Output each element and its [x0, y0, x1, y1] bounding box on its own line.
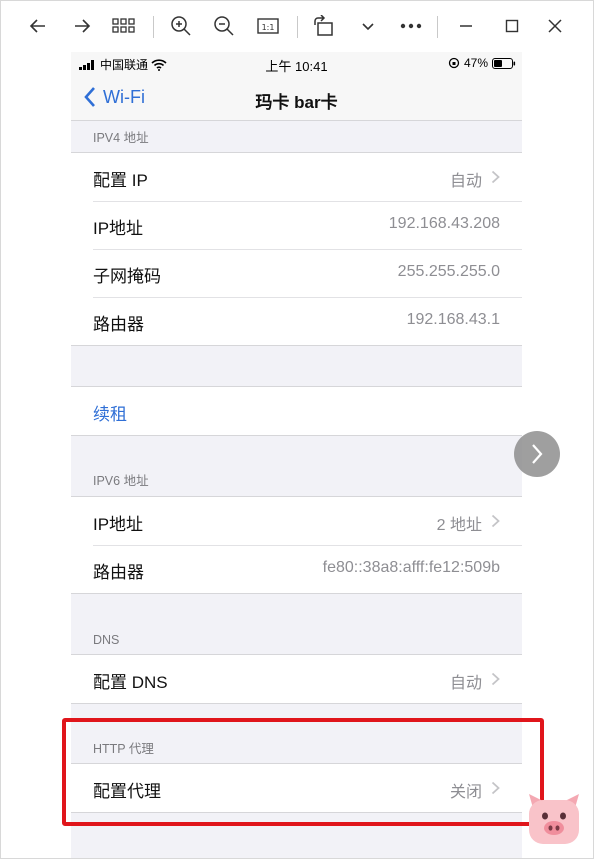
- battery-percent: 47%: [463, 56, 488, 70]
- renew-lease-label: 续租: [93, 405, 127, 424]
- chevron-right-icon: [532, 444, 543, 464]
- row-ipv6-address[interactable]: IP地址 2 地址: [71, 497, 522, 545]
- row-label: 路由器: [93, 563, 144, 582]
- close-icon[interactable]: [541, 10, 569, 42]
- toolbar-divider: [153, 16, 154, 38]
- rotate-icon[interactable]: [310, 10, 338, 42]
- maximize-icon[interactable]: [498, 10, 526, 42]
- svg-text:1:1: 1:1: [262, 23, 275, 32]
- renew-lease-button[interactable]: 续租: [71, 387, 522, 435]
- row-ip-address: IP地址 192.168.43.208: [71, 201, 522, 249]
- row-value: 192.168.43.208: [388, 215, 500, 232]
- row-router: 路由器 192.168.43.1: [71, 297, 522, 345]
- status-bar: 中国联通 上午 10:41 47%: [71, 52, 522, 76]
- row-configure-ip[interactable]: 配置 IP 自动: [71, 153, 522, 201]
- dns-group: 配置 DNS 自动: [71, 654, 522, 704]
- ipv4-group: 配置 IP 自动 IP地址 192.168.43.208 子网掩码 255.25…: [71, 152, 522, 346]
- section-header-ipv6: IPV6 地址: [93, 474, 149, 488]
- battery-icon: [492, 57, 516, 69]
- ipv6-group: IP地址 2 地址 路由器 fe80::38a8:afff:fe12:509b: [71, 496, 522, 594]
- row-label: IP地址: [93, 515, 144, 534]
- toolbar-divider: [297, 16, 298, 38]
- row-label: 路由器: [93, 315, 144, 334]
- row-label: 配置 DNS: [93, 673, 168, 692]
- pig-mascot-icon: [529, 794, 579, 844]
- section-header-dns: DNS: [93, 633, 120, 647]
- row-label: 配置 IP: [93, 171, 148, 190]
- row-label: 子网掩码: [93, 267, 161, 286]
- forward-arrow-icon[interactable]: [68, 10, 96, 42]
- chevron-right-icon: [491, 514, 500, 528]
- actual-size-icon[interactable]: 1:1: [254, 10, 282, 42]
- page-title: 玛卡 bar卡: [255, 93, 338, 112]
- orientation-lock-icon: [448, 57, 460, 69]
- row-ipv6-router: 路由器 fe80::38a8:afff:fe12:509b: [71, 545, 522, 593]
- back-arrow-icon[interactable]: [24, 10, 52, 42]
- row-subnet-mask: 子网掩码 255.255.255.0: [71, 249, 522, 297]
- row-configure-dns[interactable]: 配置 DNS 自动: [71, 655, 522, 703]
- viewer-toolbar: 1:1: [0, 0, 594, 52]
- status-right: 47%: [448, 56, 516, 70]
- navigation-bar: Wi-Fi 玛卡 bar卡: [71, 76, 522, 121]
- section-header-ipv4: IPV4 地址: [93, 131, 149, 145]
- grid-view-icon[interactable]: [110, 10, 138, 42]
- toolbar-divider: [437, 16, 438, 38]
- row-value: 255.255.255.0: [397, 263, 500, 280]
- zoom-out-icon[interactable]: [210, 10, 238, 42]
- minimize-icon[interactable]: [452, 10, 480, 42]
- next-image-button[interactable]: [514, 431, 560, 477]
- renew-group: 续租: [71, 386, 522, 436]
- zoom-in-icon[interactable]: [167, 10, 195, 42]
- chevron-right-icon: [491, 672, 500, 686]
- chevron-right-icon: [491, 170, 500, 184]
- row-value: 2 地址: [436, 517, 482, 534]
- chevron-down-icon[interactable]: [354, 10, 382, 42]
- row-value: fe80::38a8:afff:fe12:509b: [322, 559, 500, 576]
- row-value: 自动: [449, 675, 482, 692]
- row-label: IP地址: [93, 219, 144, 238]
- highlight-box: [62, 718, 544, 826]
- more-options-icon[interactable]: [397, 10, 425, 42]
- row-value: 192.168.43.1: [406, 311, 500, 328]
- row-value: 自动: [449, 173, 482, 190]
